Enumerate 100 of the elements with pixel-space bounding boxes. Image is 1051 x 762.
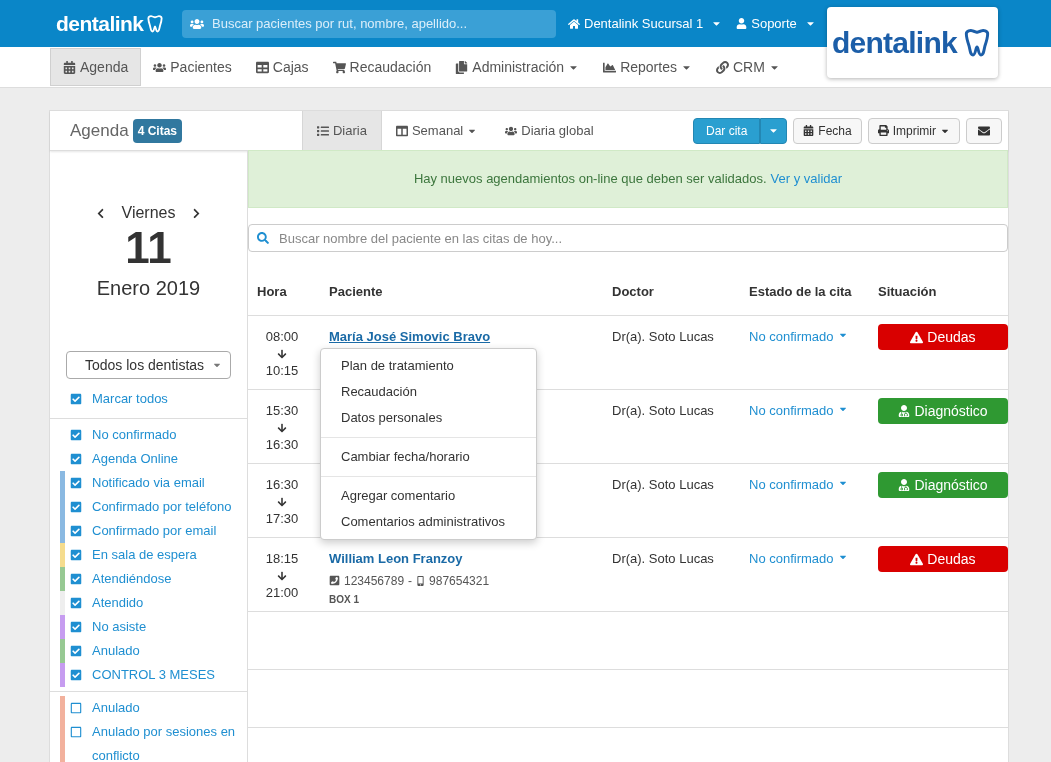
- view-tab[interactable]: Semanal: [381, 111, 492, 150]
- separator: -: [408, 572, 413, 590]
- doctor-icon: [898, 405, 911, 417]
- user-dropdown[interactable]: Soporte: [736, 13, 816, 34]
- end-time: 21:00: [265, 583, 299, 602]
- list-icon: [317, 124, 329, 137]
- patient-search-field[interactable]: Buscar pacientes por rut, nombre, apellido...: [182, 9, 556, 38]
- nav-tab[interactable]: Administración: [443, 48, 592, 86]
- status-filter-checkbox[interactable]: Confirmado por email: [70, 519, 237, 543]
- new-appointment-button[interactable]: Dar cita: [692, 117, 761, 144]
- doctor-name: Dr(a). Soto Lucas: [612, 550, 715, 568]
- warning-icon: [910, 330, 924, 344]
- documents-icon: [455, 60, 469, 74]
- nav-tab[interactable]: Agenda: [50, 48, 142, 86]
- menu-item[interactable]: Plan de tratamiento: [321, 353, 536, 379]
- print-button[interactable]: Imprimir: [867, 117, 960, 144]
- doctor-name: Dr(a). Soto Lucas: [612, 328, 715, 346]
- menu-item[interactable]: Agregar comentario: [321, 483, 536, 509]
- situation-button[interactable]: Deudas: [878, 546, 1008, 572]
- checkbox-icon: [70, 726, 82, 738]
- status-dropdown[interactable]: No confirmado: [749, 475, 878, 495]
- status-filter-checkbox[interactable]: Confirmado por teléfono: [70, 495, 237, 519]
- menu-item[interactable]: Recaudación: [321, 379, 536, 405]
- menu-item[interactable]: Comentarios administrativos: [321, 509, 536, 535]
- nav-tab[interactable]: CRM: [703, 48, 792, 86]
- status-filter-checkbox[interactable]: Atendiéndose: [70, 567, 237, 591]
- situation-button[interactable]: Deudas: [878, 324, 1008, 350]
- arrow-down-icon: [277, 348, 287, 359]
- columns-icon: [395, 124, 408, 137]
- status-filter-checkbox[interactable]: Anulado por sesiones en conflicto: [70, 720, 237, 762]
- patient-name-link[interactable]: María José Simovic Bravo: [329, 327, 491, 347]
- checkbox-checked-icon: [70, 453, 82, 465]
- validate-link[interactable]: Ver y validar: [770, 169, 843, 189]
- column-header: Doctor: [612, 282, 655, 301]
- status-dropdown[interactable]: No confirmado: [749, 401, 878, 421]
- menu-item[interactable]: Datos personales: [321, 405, 536, 431]
- end-time: 17:30: [265, 509, 299, 528]
- checkbox-checked-icon: [70, 573, 82, 585]
- status-filter-checkbox[interactable]: Anulado: [70, 639, 237, 663]
- status-dropdown[interactable]: No confirmado: [749, 549, 878, 569]
- alert-text: Hay nuevos agendamientos on-line que deben ser validados.: [413, 170, 767, 189]
- column-header: Situación: [878, 282, 938, 301]
- mobile-number: 987654321: [429, 572, 490, 590]
- situation-button[interactable]: Diagnóstico: [878, 398, 1008, 424]
- cart-icon: [332, 60, 346, 74]
- brand-logo-text: dentalink: [56, 10, 144, 37]
- status-dropdown[interactable]: No confirmado: [749, 327, 878, 347]
- nav-tab[interactable]: Cajas: [243, 48, 321, 86]
- month-year: Enero 2019: [96, 276, 201, 301]
- start-time: 16:30: [265, 476, 299, 494]
- checkbox-checked-icon: [70, 669, 82, 681]
- status-filter-checkbox[interactable]: Atendido: [70, 591, 237, 615]
- status-filter-checkbox[interactable]: En sala de espera: [70, 543, 237, 567]
- arrow-down-icon: [277, 496, 287, 507]
- appointment-count-badge: 4 Citas: [132, 118, 182, 143]
- date-button[interactable]: Fecha: [793, 117, 862, 144]
- checkbox-icon: [70, 702, 82, 714]
- checkbox-checked-icon: [70, 621, 82, 633]
- link-icon: [715, 60, 729, 74]
- envelope-icon: [978, 124, 990, 137]
- menu-item[interactable]: Cambiar fecha/horario: [321, 444, 536, 470]
- phone-icon: [329, 575, 340, 586]
- users-icon: [153, 60, 167, 74]
- situation-button[interactable]: Diagnóstico: [878, 472, 1008, 498]
- weekday: Viernes: [121, 203, 176, 223]
- mark-all-checkbox[interactable]: Marcar todos: [70, 388, 168, 409]
- logo-text: dentalink: [832, 25, 957, 61]
- status-filter-checkbox[interactable]: Notificado via email: [70, 471, 237, 495]
- status-filter-checkbox[interactable]: No asiste: [70, 615, 237, 639]
- start-time: 18:15: [265, 550, 299, 568]
- start-time: 08:00: [265, 328, 299, 346]
- checkbox-checked-icon: [70, 477, 82, 489]
- view-tab[interactable]: Diaria global: [491, 111, 608, 150]
- mobile-icon: [416, 575, 426, 586]
- email-button[interactable]: [966, 117, 1002, 144]
- day-number: 11: [125, 225, 172, 271]
- patient-name-link[interactable]: William Leon Franzoy: [329, 549, 463, 569]
- column-header: Estado de la cita: [749, 282, 853, 301]
- dentist-select[interactable]: Todos los dentistas: [66, 351, 231, 379]
- doctor-name: Dr(a). Soto Lucas: [612, 476, 715, 494]
- users-icon: [505, 124, 518, 137]
- area-chart-icon: [603, 60, 617, 74]
- doctor-icon: [898, 479, 911, 491]
- caret-button[interactable]: [760, 117, 788, 144]
- status-filter-checkbox[interactable]: Agenda Online: [70, 447, 237, 471]
- view-tab[interactable]: Diaria: [302, 111, 382, 150]
- branch-dropdown[interactable]: Dentalink Sucursal 1: [568, 13, 723, 34]
- agenda-title: Agenda: [70, 119, 129, 142]
- status-filter-checkbox[interactable]: CONTROL 3 MESES: [70, 663, 237, 687]
- column-header: Paciente: [329, 282, 384, 301]
- nav-tab[interactable]: Recaudación: [320, 48, 444, 86]
- nav-tab[interactable]: Reportes: [591, 48, 704, 86]
- end-time: 16:30: [265, 435, 299, 454]
- appointment-search-field[interactable]: Buscar nombre del paciente en las citas de hoy...: [248, 224, 1008, 252]
- status-filter-checkbox[interactable]: No confirmado: [70, 423, 237, 447]
- start-time: 15:30: [265, 402, 299, 420]
- nav-tab[interactable]: Pacientes: [141, 48, 244, 86]
- tooth-icon: [145, 13, 166, 34]
- status-filter-checkbox[interactable]: Anulado: [70, 696, 237, 720]
- calendar-icon: [63, 60, 76, 74]
